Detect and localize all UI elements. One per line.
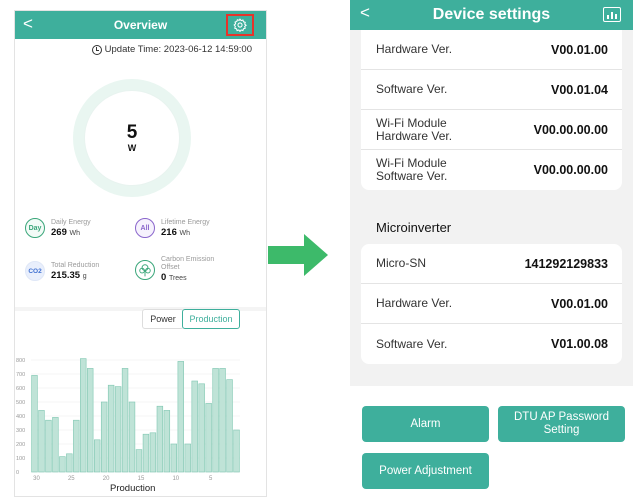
settings-button[interactable] <box>226 14 254 36</box>
carbon-offset-label-2: Offset <box>161 264 180 271</box>
total-reduction-value: 215.35 g <box>51 269 87 281</box>
y-tick-label: 700 <box>16 372 25 378</box>
device-settings-screen: < Device settings Hardware Ver. V00.01.0… <box>350 0 633 497</box>
gauge-center: 5 W <box>85 91 179 185</box>
day-icon: Day <box>25 218 45 238</box>
y-tick-label: 600 <box>16 386 25 392</box>
production-tab[interactable]: Production <box>182 309 240 329</box>
chart-bar <box>38 410 45 473</box>
dtu-ap-password-button[interactable]: DTU AP Password Setting <box>498 406 625 442</box>
chart-bar <box>198 383 205 473</box>
alarm-button[interactable]: Alarm <box>362 406 489 442</box>
carbon-offset-label-1: Carbon Emission <box>161 256 215 263</box>
gear-icon <box>233 18 247 32</box>
page-title: Overview <box>113 18 168 32</box>
microinverter-card: Micro-SN 141292129833 Hardware Ver. V00.… <box>361 244 622 364</box>
chart-bar <box>163 410 171 473</box>
chart-bar <box>135 449 143 473</box>
update-time: Update Time: 2023-06-12 14:59:00 <box>91 44 252 55</box>
dtu-info-card: Hardware Ver. V00.01.00 Software Ver. V0… <box>361 30 622 190</box>
lifetime-energy-stat: All Lifetime Energy 216 Wh <box>135 218 210 238</box>
total-reduction-stat: CO2 Total Reduction 215.35 g <box>25 261 99 281</box>
info-row: Software Ver. V01.00.08 <box>376 336 608 351</box>
daily-energy-stat: Day Daily Energy 269 Wh <box>25 218 91 238</box>
chart-bar <box>66 453 73 473</box>
chart-bar <box>191 380 198 473</box>
info-row: Hardware Ver. V00.01.00 <box>361 30 622 70</box>
chart-icon[interactable] <box>603 7 621 22</box>
info-row: Micro-SN 141292129833 <box>361 244 622 284</box>
gauge-value: 5 <box>126 122 138 143</box>
chart-bar <box>31 375 38 473</box>
chart-bar <box>128 401 136 473</box>
power-gauge: 5 W <box>73 79 191 197</box>
info-row: Wi-Fi Module Software Ver. V00.00.00.00 <box>376 156 608 183</box>
back-button[interactable]: < <box>360 3 370 23</box>
y-tick-label: 200 <box>16 442 25 448</box>
chart-bar <box>219 368 226 473</box>
chart-bar <box>233 429 240 473</box>
right-arrow-icon <box>268 234 328 276</box>
x-tick-label: 15 <box>138 476 145 481</box>
chart-bar <box>212 368 219 473</box>
co2-icon: CO2 <box>25 261 45 281</box>
x-tick-label: 25 <box>68 476 75 481</box>
microinverter-section-title: Microinverter <box>376 220 452 235</box>
chart-bar <box>226 379 233 473</box>
info-row: Software Ver. V00.01.04 <box>361 70 622 110</box>
carbon-offset-value: 0 Trees <box>161 272 187 283</box>
gauge-unit: W <box>127 143 137 153</box>
chart-bar <box>80 358 87 473</box>
chart-bar <box>114 386 122 473</box>
chart-bar <box>100 401 108 473</box>
overview-screen: < Overview Update Time: 2023-06-12 14:59… <box>14 10 267 497</box>
chart-bar <box>87 368 94 473</box>
y-tick-label: 500 <box>16 400 25 406</box>
total-reduction-label: Total Reduction <box>51 261 100 269</box>
back-button[interactable]: < <box>23 14 33 34</box>
y-tick-label: 400 <box>16 414 25 420</box>
chart-bar <box>170 443 178 473</box>
chart-bar <box>94 439 101 473</box>
chart-bar <box>73 419 80 473</box>
chart-bar <box>121 368 129 473</box>
y-tick-label: 800 <box>16 358 25 364</box>
chart-bar <box>205 403 212 473</box>
y-tick-label: 100 <box>16 456 25 462</box>
chart-bar <box>59 456 66 473</box>
tree-icon <box>135 259 155 280</box>
all-icon: All <box>135 218 155 238</box>
chart-bar <box>45 419 52 473</box>
lifetime-energy-value: 216 Wh <box>161 226 190 238</box>
chart-bar <box>149 432 157 473</box>
lifetime-energy-label: Lifetime Energy <box>161 218 210 226</box>
x-tick-label: 20 <box>103 476 110 481</box>
info-row: Wi-Fi Module Hardware Ver. V00.00.00.00 <box>361 110 622 150</box>
clock-icon <box>91 44 102 55</box>
daily-energy-value: 269 Wh <box>51 226 80 238</box>
x-tick-label: 30 <box>33 476 40 481</box>
power-adjustment-button[interactable]: Power Adjustment <box>362 453 489 489</box>
production-chart: 800 700 600 500 400 300 200 100 0 30 25 20 15 10 5 <box>16 358 240 481</box>
info-row: Hardware Ver. V00.01.00 <box>361 284 622 324</box>
x-tick-label: 5 <box>209 476 213 481</box>
chart-bar <box>142 433 150 473</box>
x-tick-label: 10 <box>172 476 179 481</box>
chart-bar <box>184 443 191 473</box>
chart-bar <box>52 417 59 473</box>
page-title: Device settings <box>432 6 551 23</box>
y-tick-label: 0 <box>16 470 19 476</box>
y-tick-label: 300 <box>16 428 25 434</box>
chart-bar <box>107 384 115 473</box>
carbon-offset-stat: Carbon Emission Offset 0 Trees <box>135 256 214 283</box>
device-settings-header: < Device settings <box>350 0 633 30</box>
daily-energy-label: Daily Energy <box>51 218 91 226</box>
power-tab[interactable]: Power <box>142 309 184 329</box>
update-time-text: Update Time: 2023-06-12 14:59:00 <box>104 44 252 55</box>
chart-bar <box>156 405 164 473</box>
chart-x-caption: Production <box>110 483 156 494</box>
overview-header: < Overview <box>15 11 266 39</box>
chart-bar <box>177 361 184 473</box>
